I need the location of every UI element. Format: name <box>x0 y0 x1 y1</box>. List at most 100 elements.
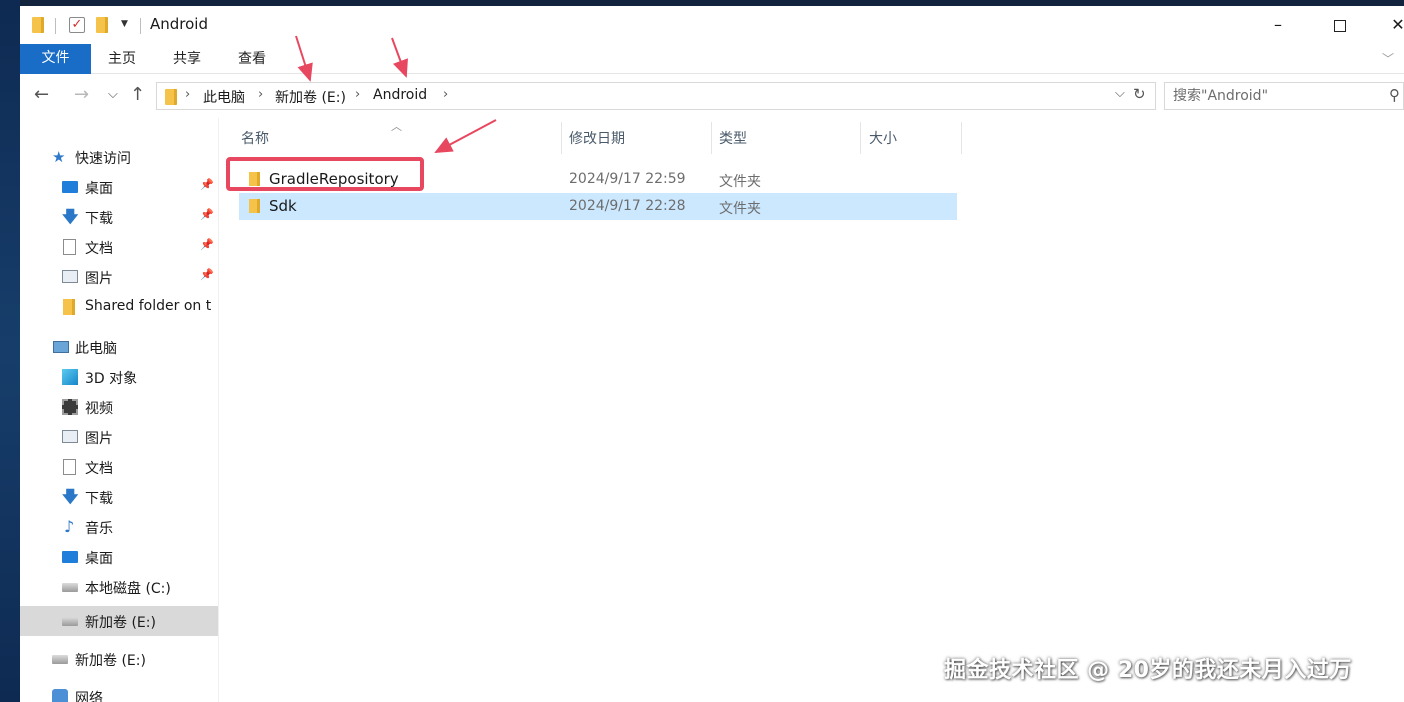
desktop-icon <box>62 551 78 563</box>
network-icon <box>52 689 68 702</box>
sidebar-item-music[interactable]: ♪ 音乐 <box>20 513 218 541</box>
sidebar-item-documents[interactable]: 文档 📌 <box>20 233 218 261</box>
sidebar-item-label: 图片 <box>85 271 113 287</box>
search-input[interactable] <box>1173 86 1373 106</box>
column-divider[interactable] <box>711 122 712 154</box>
sidebar-item-videos[interactable]: 视频 <box>20 393 218 421</box>
file-type: 文件夹 <box>719 201 761 217</box>
up-arrow-icon[interactable]: ↑ <box>130 83 145 107</box>
sidebar-item-downloads[interactable]: 🡇 下载 📌 <box>20 203 218 231</box>
music-icon: ♪ <box>64 517 75 536</box>
column-header-size[interactable]: 大小 <box>869 128 897 148</box>
address-bar[interactable]: › 此电脑 › 新加卷 (E:) › Android › ⌵ ↻ <box>156 82 1156 110</box>
sidebar-item-desktop[interactable]: 桌面 <box>20 543 218 571</box>
properties-icon[interactable]: ✓ <box>69 17 85 33</box>
tab-share[interactable]: 共享 <box>173 44 201 74</box>
sidebar-item-label: Shared folder on t <box>85 298 212 314</box>
video-icon <box>62 399 78 415</box>
column-header-name[interactable]: 名称 <box>241 128 269 148</box>
sidebar-item-drive-e-root[interactable]: 新加卷 (E:) <box>20 645 218 673</box>
desktop-background <box>0 0 20 702</box>
ribbon-tabs: 文件 主页 共享 查看 ﹀ <box>20 44 1404 74</box>
picture-icon <box>62 430 78 443</box>
chevron-right-icon[interactable]: › <box>258 87 263 102</box>
sidebar-item-label: 文档 <box>85 461 113 477</box>
sidebar-item-desktop[interactable]: 桌面 📌 <box>20 173 218 201</box>
star-icon: ★ <box>52 148 66 166</box>
search-box[interactable]: ⚲ <box>1164 82 1404 110</box>
sidebar-item-label: 3D 对象 <box>85 371 138 387</box>
chevron-right-icon[interactable]: › <box>185 87 190 102</box>
minimize-button[interactable]: – <box>1258 12 1298 38</box>
divider <box>55 18 56 34</box>
navigation-pane: ★ 快速访问 桌面 📌 🡇 下载 📌 文档 📌 图片 📌 Shared fold… <box>20 118 218 702</box>
sidebar-item-shared-folder[interactable]: Shared folder on t <box>20 293 218 321</box>
sidebar-item-label: 桌面 <box>85 181 113 197</box>
title-bar: ✓ ▼ Android – ✕ <box>20 6 1404 44</box>
chevron-right-icon[interactable]: › <box>355 87 360 102</box>
sidebar-item-pictures[interactable]: 图片 📌 <box>20 263 218 291</box>
column-header-type[interactable]: 类型 <box>719 128 747 148</box>
sidebar-item-label: 网络 <box>75 691 103 702</box>
maximize-button[interactable] <box>1320 12 1360 38</box>
column-divider[interactable] <box>561 122 562 154</box>
sidebar-item-label: 新加卷 (E:) <box>85 615 156 631</box>
tab-view[interactable]: 查看 <box>238 44 266 74</box>
column-header-date[interactable]: 修改日期 <box>569 128 625 148</box>
tab-home[interactable]: 主页 <box>108 44 136 74</box>
chevron-down-icon[interactable]: ﹀ <box>1382 50 1394 67</box>
sidebar-item-pictures[interactable]: 图片 <box>20 423 218 451</box>
sort-ascending-icon: ︿ <box>391 120 402 133</box>
window-title: Android <box>150 15 208 33</box>
chevron-right-icon[interactable]: › <box>443 87 448 102</box>
pin-icon[interactable]: 📌 <box>200 268 214 281</box>
breadcrumb-android[interactable]: Android <box>373 87 427 103</box>
3d-objects-icon <box>62 369 78 385</box>
list-item[interactable]: Sdk 2024/9/17 22:28 文件夹 <box>239 193 957 220</box>
breadcrumb-this-pc[interactable]: 此电脑 <box>203 87 245 107</box>
sidebar-item-label: 下载 <box>85 491 113 507</box>
recent-locations-icon[interactable]: ⌵ <box>108 83 118 107</box>
sidebar-item-drive-e[interactable]: 新加卷 (E:) <box>20 606 218 636</box>
folder-icon <box>32 17 44 33</box>
sidebar-item-this-pc[interactable]: 此电脑 <box>20 333 218 361</box>
sidebar-item-label: 图片 <box>85 431 113 447</box>
folder-icon <box>249 199 260 213</box>
sidebar-item-label: 桌面 <box>85 551 113 567</box>
file-date: 2024/9/17 22:59 <box>569 171 686 187</box>
forward-arrow-icon[interactable]: → <box>74 83 89 107</box>
sidebar-item-network[interactable]: 网络 <box>20 683 218 702</box>
breadcrumb-drive-e[interactable]: 新加卷 (E:) <box>275 87 346 107</box>
navigation-bar: ← → ⌵ ↑ › 此电脑 › 新加卷 (E:) › Android › ⌵ ↻… <box>20 80 1404 114</box>
chevron-down-icon[interactable]: ▼ <box>121 19 128 29</box>
divider <box>140 18 141 34</box>
highlight-box <box>226 157 424 191</box>
sidebar-item-quick-access[interactable]: ★ 快速访问 <box>20 143 218 171</box>
pin-icon[interactable]: 📌 <box>200 238 214 251</box>
sidebar-item-label: 快速访问 <box>75 151 131 167</box>
sidebar-item-label: 本地磁盘 (C:) <box>85 581 171 597</box>
drive-icon <box>62 583 78 592</box>
download-icon: 🡇 <box>62 487 79 506</box>
chevron-down-icon[interactable]: ⌵ <box>1115 86 1125 101</box>
pin-icon[interactable]: 📌 <box>200 208 214 221</box>
sidebar-item-3d-objects[interactable]: 3D 对象 <box>20 363 218 391</box>
sidebar-item-documents[interactable]: 文档 <box>20 453 218 481</box>
search-icon[interactable]: ⚲ <box>1389 86 1400 104</box>
folder-icon <box>63 299 75 315</box>
pin-icon[interactable]: 📌 <box>200 178 214 191</box>
file-explorer-window: ✓ ▼ Android – ✕ 文件 主页 共享 查看 ﹀ ← → ⌵ ↑ › … <box>20 6 1404 702</box>
refresh-icon[interactable]: ↻ <box>1133 85 1146 103</box>
column-divider[interactable] <box>961 122 962 154</box>
back-arrow-icon[interactable]: ← <box>34 83 49 107</box>
maximize-icon <box>1334 19 1346 32</box>
file-date: 2024/9/17 22:28 <box>569 198 686 214</box>
sidebar-item-local-disk-c[interactable]: 本地磁盘 (C:) <box>20 573 218 601</box>
new-folder-icon[interactable] <box>96 17 108 33</box>
tab-file[interactable]: 文件 <box>20 44 91 74</box>
sidebar-item-downloads[interactable]: 🡇 下载 <box>20 483 218 511</box>
close-button[interactable]: ✕ <box>1378 12 1404 38</box>
sidebar-item-label: 音乐 <box>85 521 113 537</box>
column-divider[interactable] <box>860 122 861 154</box>
file-list: ︿ 名称 修改日期 类型 大小 GradleRepository 2024/9/… <box>219 118 1404 702</box>
